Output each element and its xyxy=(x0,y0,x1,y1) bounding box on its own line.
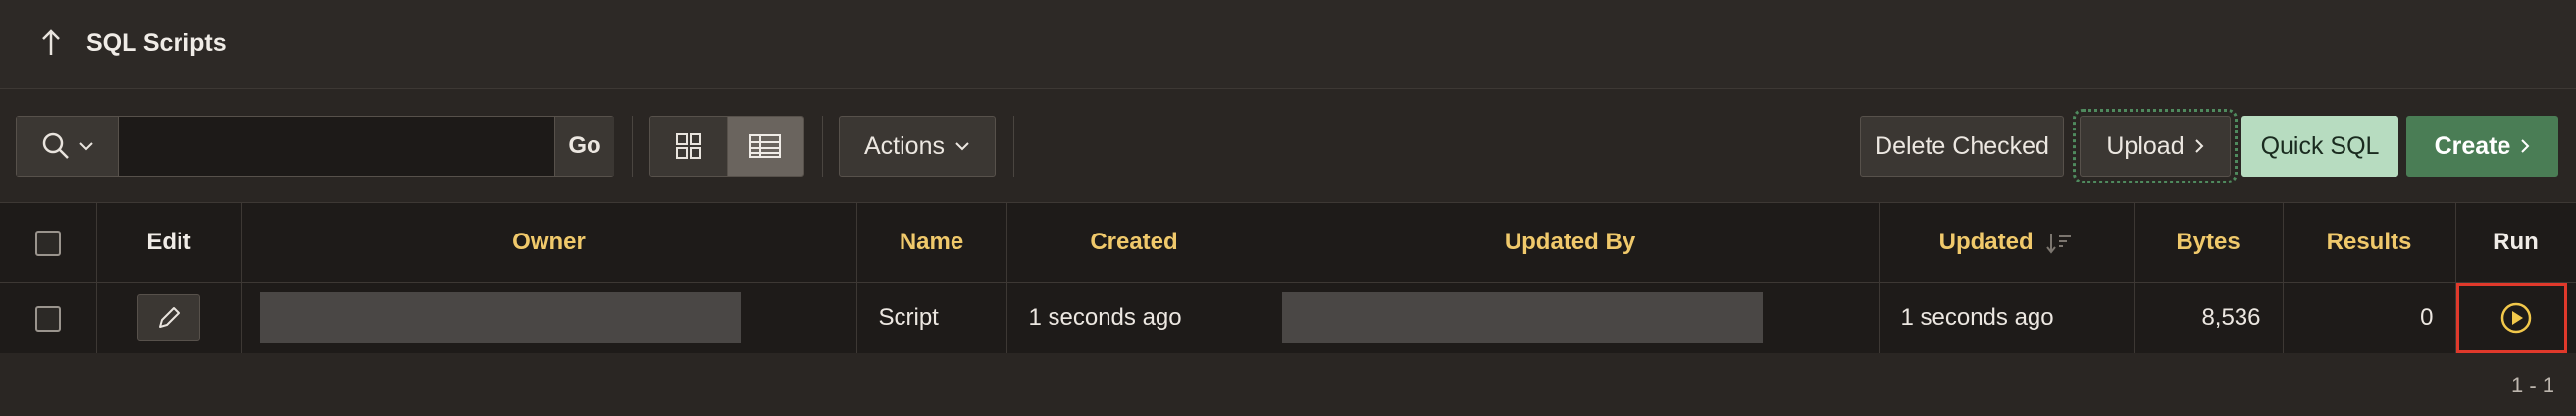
toolbar-divider xyxy=(1013,116,1014,177)
search-input[interactable] xyxy=(119,117,554,176)
scripts-table: Edit Owner Name Created Updated By Updat… xyxy=(0,203,2576,354)
results-cell[interactable]: 0 xyxy=(2283,282,2456,354)
create-button[interactable]: Create xyxy=(2406,116,2558,177)
column-header-updated: Updated xyxy=(1938,229,2034,255)
actions-menu-button[interactable]: Actions xyxy=(839,116,996,177)
upload-button[interactable]: Upload xyxy=(2073,109,2238,183)
bytes-cell: 8,536 xyxy=(2134,282,2284,354)
row-select-cell xyxy=(0,282,97,354)
select-all-header xyxy=(0,203,97,283)
column-header-updated-by[interactable]: Updated By xyxy=(1262,203,1880,283)
go-button[interactable]: Go xyxy=(554,117,614,176)
column-header-bytes[interactable]: Bytes xyxy=(2134,203,2284,283)
column-header-owner[interactable]: Owner xyxy=(241,203,857,283)
sort-descending-icon xyxy=(2046,234,2072,254)
updated-cell: 1 seconds ago xyxy=(1879,282,2135,354)
edit-cell xyxy=(96,282,242,354)
run-highlight xyxy=(2456,283,2567,353)
table-view-button[interactable] xyxy=(726,117,803,176)
create-label: Create xyxy=(2434,131,2511,160)
pagination-label: 1 - 1 xyxy=(2510,373,2554,397)
updated-by-cell xyxy=(1262,282,1880,354)
delete-checked-button[interactable]: Delete Checked xyxy=(1860,116,2064,177)
actions-label: Actions xyxy=(864,131,945,160)
toolbar-divider xyxy=(822,116,823,177)
column-header-results[interactable]: Results xyxy=(2283,203,2456,283)
chevron-right-icon xyxy=(2194,139,2204,153)
chevron-down-icon xyxy=(78,142,93,151)
select-all-checkbox[interactable] xyxy=(34,230,61,256)
column-header-run: Run xyxy=(2455,203,2576,283)
updated-by-redacted xyxy=(1281,292,1763,343)
pencil-icon xyxy=(159,307,180,328)
column-header-edit: Edit xyxy=(96,203,242,283)
column-header-name[interactable]: Name xyxy=(856,203,1007,283)
chevron-right-icon xyxy=(2521,139,2530,153)
page-header: SQL Scripts xyxy=(0,0,2576,89)
column-header-created[interactable]: Created xyxy=(1006,203,1262,283)
grid-view-icon xyxy=(675,133,701,159)
upload-label: Upload xyxy=(2106,131,2185,160)
search-icon xyxy=(42,132,69,159)
table-footer: 1 - 1 xyxy=(0,353,2576,416)
table-view-icon xyxy=(749,134,782,158)
owner-redacted xyxy=(259,292,741,343)
name-cell[interactable]: Script xyxy=(856,282,1007,354)
toolbar-divider xyxy=(632,116,633,177)
table-header-row: Edit Owner Name Created Updated By Updat… xyxy=(0,203,2576,283)
view-toggle xyxy=(649,116,804,177)
table-row: Script 1 seconds ago 1 seconds ago 8,536… xyxy=(0,282,2576,354)
search-column-selector[interactable] xyxy=(17,117,119,176)
row-checkbox[interactable] xyxy=(34,305,61,332)
grid-view-button[interactable] xyxy=(650,117,727,176)
page-title: SQL Scripts xyxy=(86,29,227,57)
arrow-up-icon[interactable] xyxy=(37,27,65,59)
quick-sql-button[interactable]: Quick SQL xyxy=(2241,116,2398,177)
column-header-updated-cell[interactable]: Updated xyxy=(1879,203,2135,283)
created-cell: 1 seconds ago xyxy=(1006,282,1262,354)
chevron-down-icon xyxy=(955,142,969,151)
owner-cell xyxy=(241,282,857,354)
edit-button[interactable] xyxy=(137,294,200,341)
search-bar: Go xyxy=(16,116,614,177)
